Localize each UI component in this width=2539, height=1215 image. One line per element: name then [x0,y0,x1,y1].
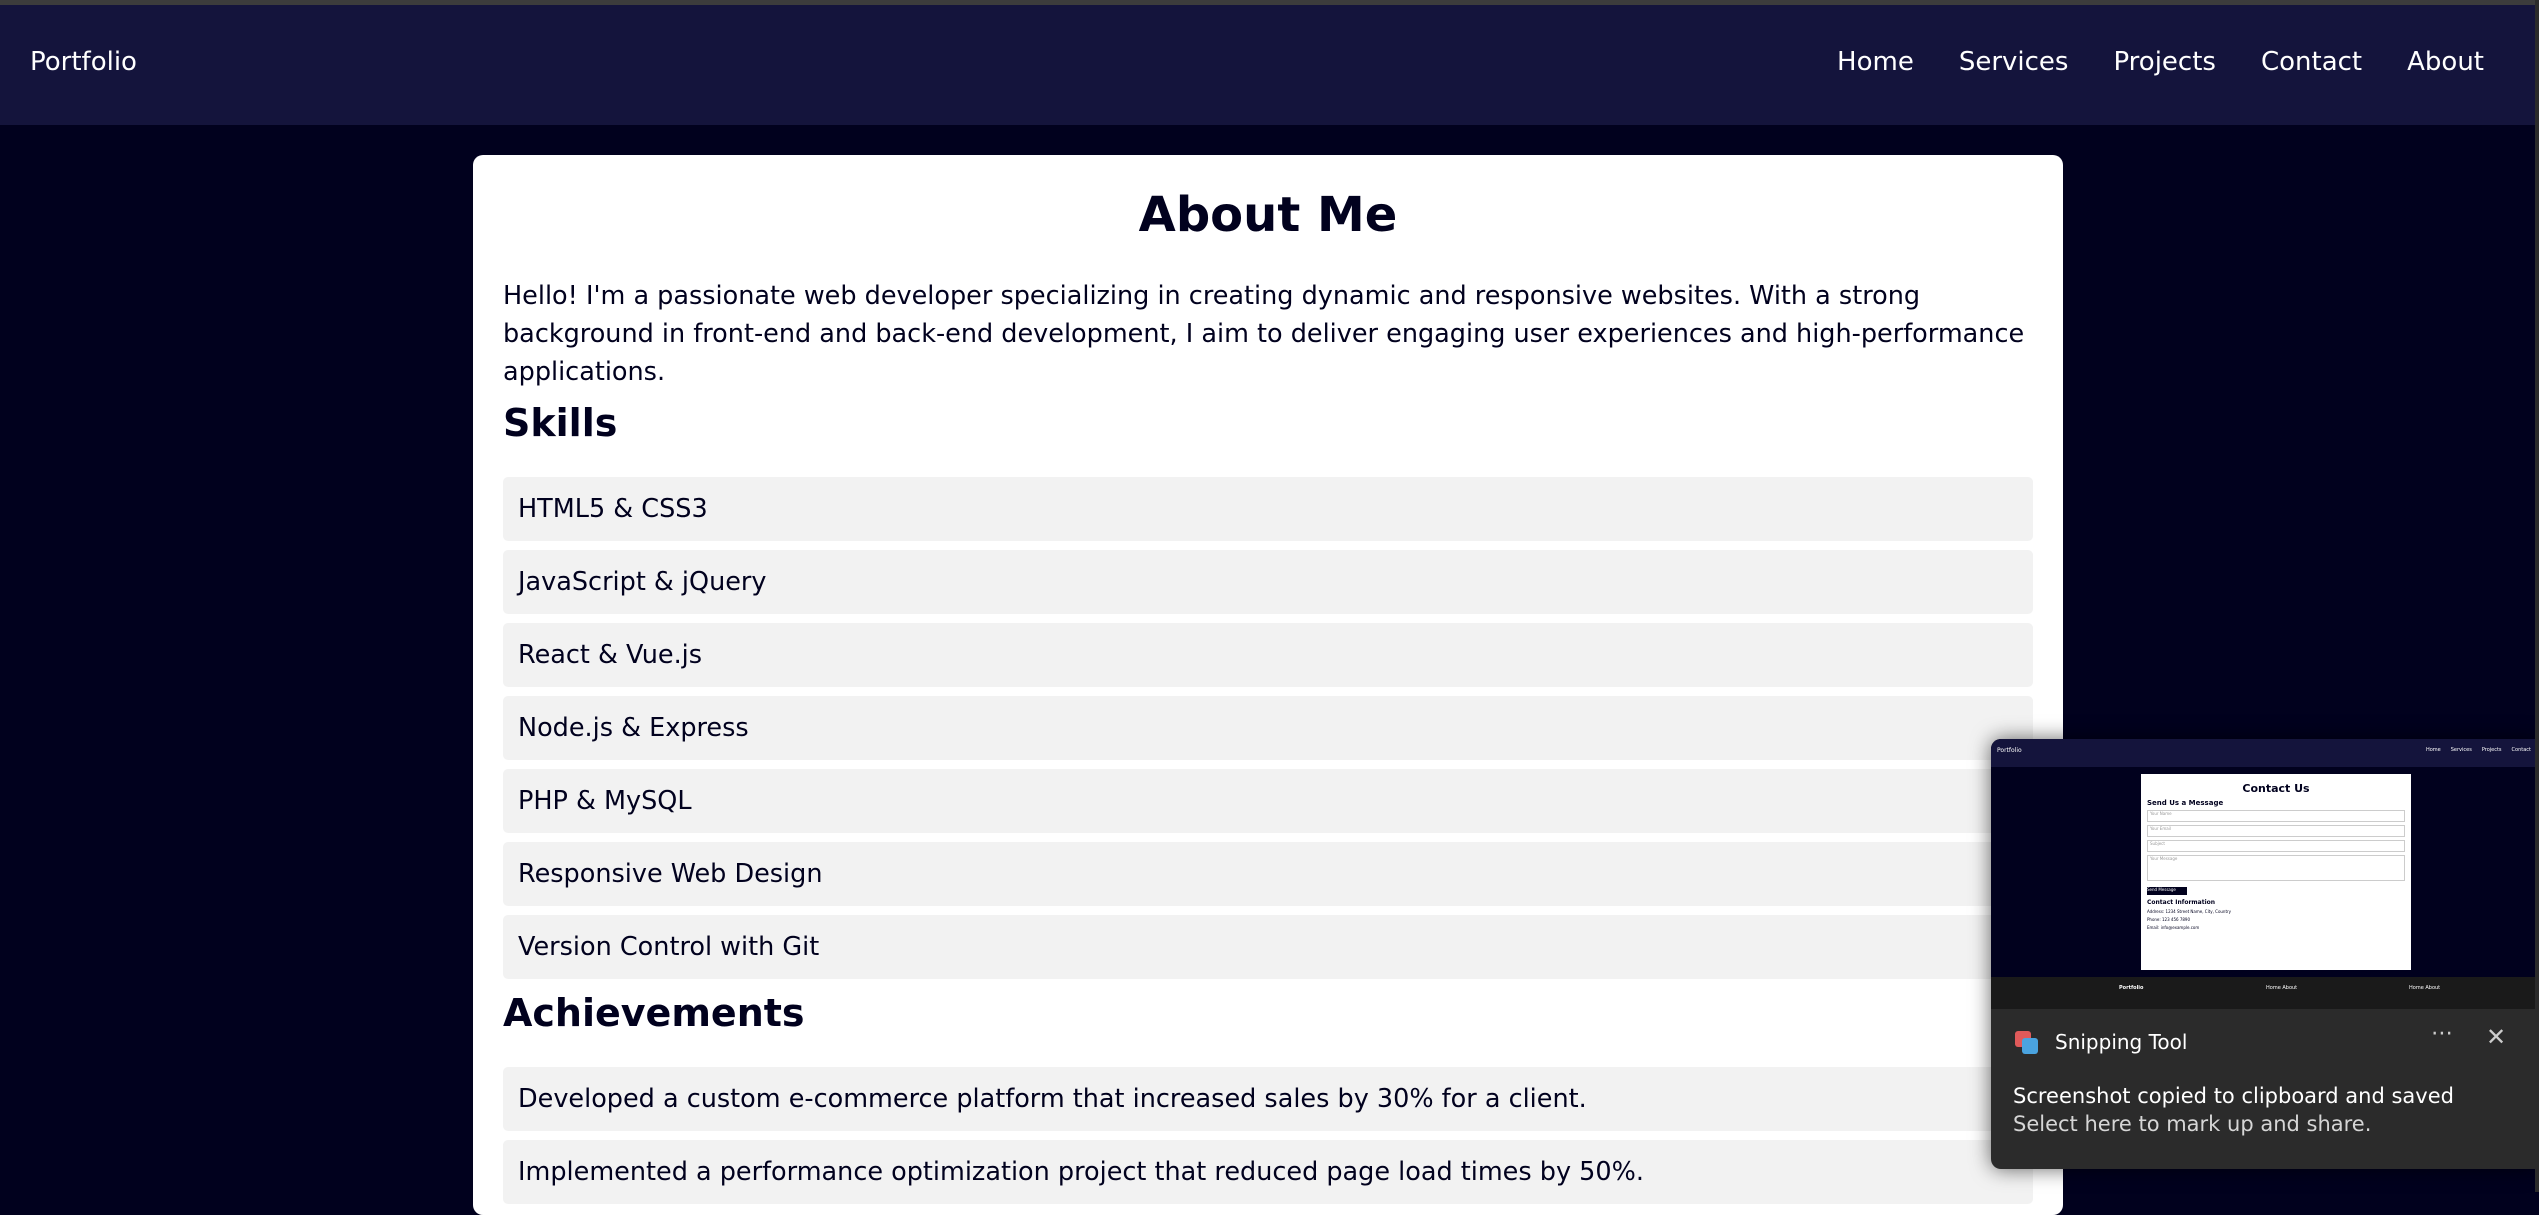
thumbnail-form-heading: Send Us a Message [2147,799,2224,807]
nav-link-projects[interactable]: Projects [2113,47,2216,77]
page-title: About Me [1138,187,1398,243]
snipping-tool-icon [2013,1029,2039,1055]
thumbnail-nav-link: Services [2450,747,2472,753]
thumbnail-info-line: Phone: 123 456 7890 [2147,917,2191,922]
skill-item: JavaScript & jQuery [503,550,2033,614]
close-icon[interactable]: ✕ [2486,1023,2506,1051]
skill-item: React & Vue.js [503,623,2033,687]
window-right-border [2535,0,2539,1192]
skill-item: Node.js & Express [503,696,2033,760]
achievements-heading: Achievements [503,991,805,1035]
thumbnail-nav-link: Contact [2511,747,2531,753]
thumbnail-field: Your Name [2147,810,2405,822]
skill-item: Version Control with Git [503,915,2033,979]
intro-paragraph: Hello! I'm a passionate web developer sp… [503,281,2025,387]
achievement-item: Developed a custom e-commerce platform t… [503,1067,2033,1131]
toast-title: Screenshot copied to clipboard and saved [2013,1084,2454,1108]
about-card: About Me Hello! I'm a passionate web dev… [473,155,2063,1215]
thumbnail-footer-col: Home About [2409,985,2441,991]
thumbnail-field: Your Email [2147,825,2405,837]
toast-app-name: Snipping Tool [2055,1030,2188,1054]
thumbnail-footer-col: Portfolio [2119,985,2144,991]
thumbnail-field: Subject [2147,840,2405,852]
skill-item: HTML5 & CSS3 [503,477,2033,541]
nav-links: Home Services Projects Contact About [1837,47,2484,77]
achievement-item: Implemented a performance optimization p… [503,1140,2033,1204]
snipping-tool-notification[interactable]: Portfolio Home Services Projects Contact… [1991,739,2539,1169]
thumbnail-info-line: Address: 1234 Street Name, City, Country [2147,909,2232,914]
thumbnail-nav-links: Home Services Projects Contact [2426,747,2531,753]
achievements-list: Developed a custom e-commerce platform t… [503,1067,2033,1204]
navbar: Portfolio Home Services Projects Contact… [0,5,2539,125]
toast-header: Snipping Tool [2013,1029,2187,1055]
thumbnail-button: Send Message [2147,887,2187,895]
nav-link-about[interactable]: About [2407,47,2484,77]
screenshot-thumbnail[interactable]: Portfolio Home Services Projects Contact… [1991,739,2539,1009]
thumbnail-navbar: Portfolio Home Services Projects Contact [1991,739,2539,767]
skill-item: Responsive Web Design [503,842,2033,906]
skill-item: PHP & MySQL [503,769,2033,833]
thumbnail-brand: Portfolio [1997,747,2022,754]
nav-link-services[interactable]: Services [1959,47,2069,77]
nav-link-contact[interactable]: Contact [2261,47,2362,77]
thumbnail-nav-link: Projects [2481,747,2502,753]
thumbnail-info-heading: Contact Information [2147,899,2216,906]
more-options-icon[interactable]: ⋯ [2431,1021,2453,1046]
thumbnail-nav-link: Home [2425,747,2441,753]
thumbnail-heading: Contact Us [2242,782,2310,795]
skills-heading: Skills [503,401,618,445]
brand-logo[interactable]: Portfolio [30,47,137,77]
thumbnail-footer-col: Home About [2266,985,2298,991]
thumbnail-info-line: Email: info@example.com [2147,925,2200,930]
skills-list: HTML5 & CSS3 JavaScript & jQuery React &… [503,477,2033,979]
nav-link-home[interactable]: Home [1837,47,1914,77]
thumbnail-textarea: Your Message [2147,855,2405,881]
toast-message: Select here to mark up and share. [2013,1112,2372,1136]
thumbnail-contact-card: Contact Us Send Us a Message Your Name Y… [2141,774,2411,970]
thumbnail-footer: Portfolio Home About Home About [1991,977,2539,1009]
